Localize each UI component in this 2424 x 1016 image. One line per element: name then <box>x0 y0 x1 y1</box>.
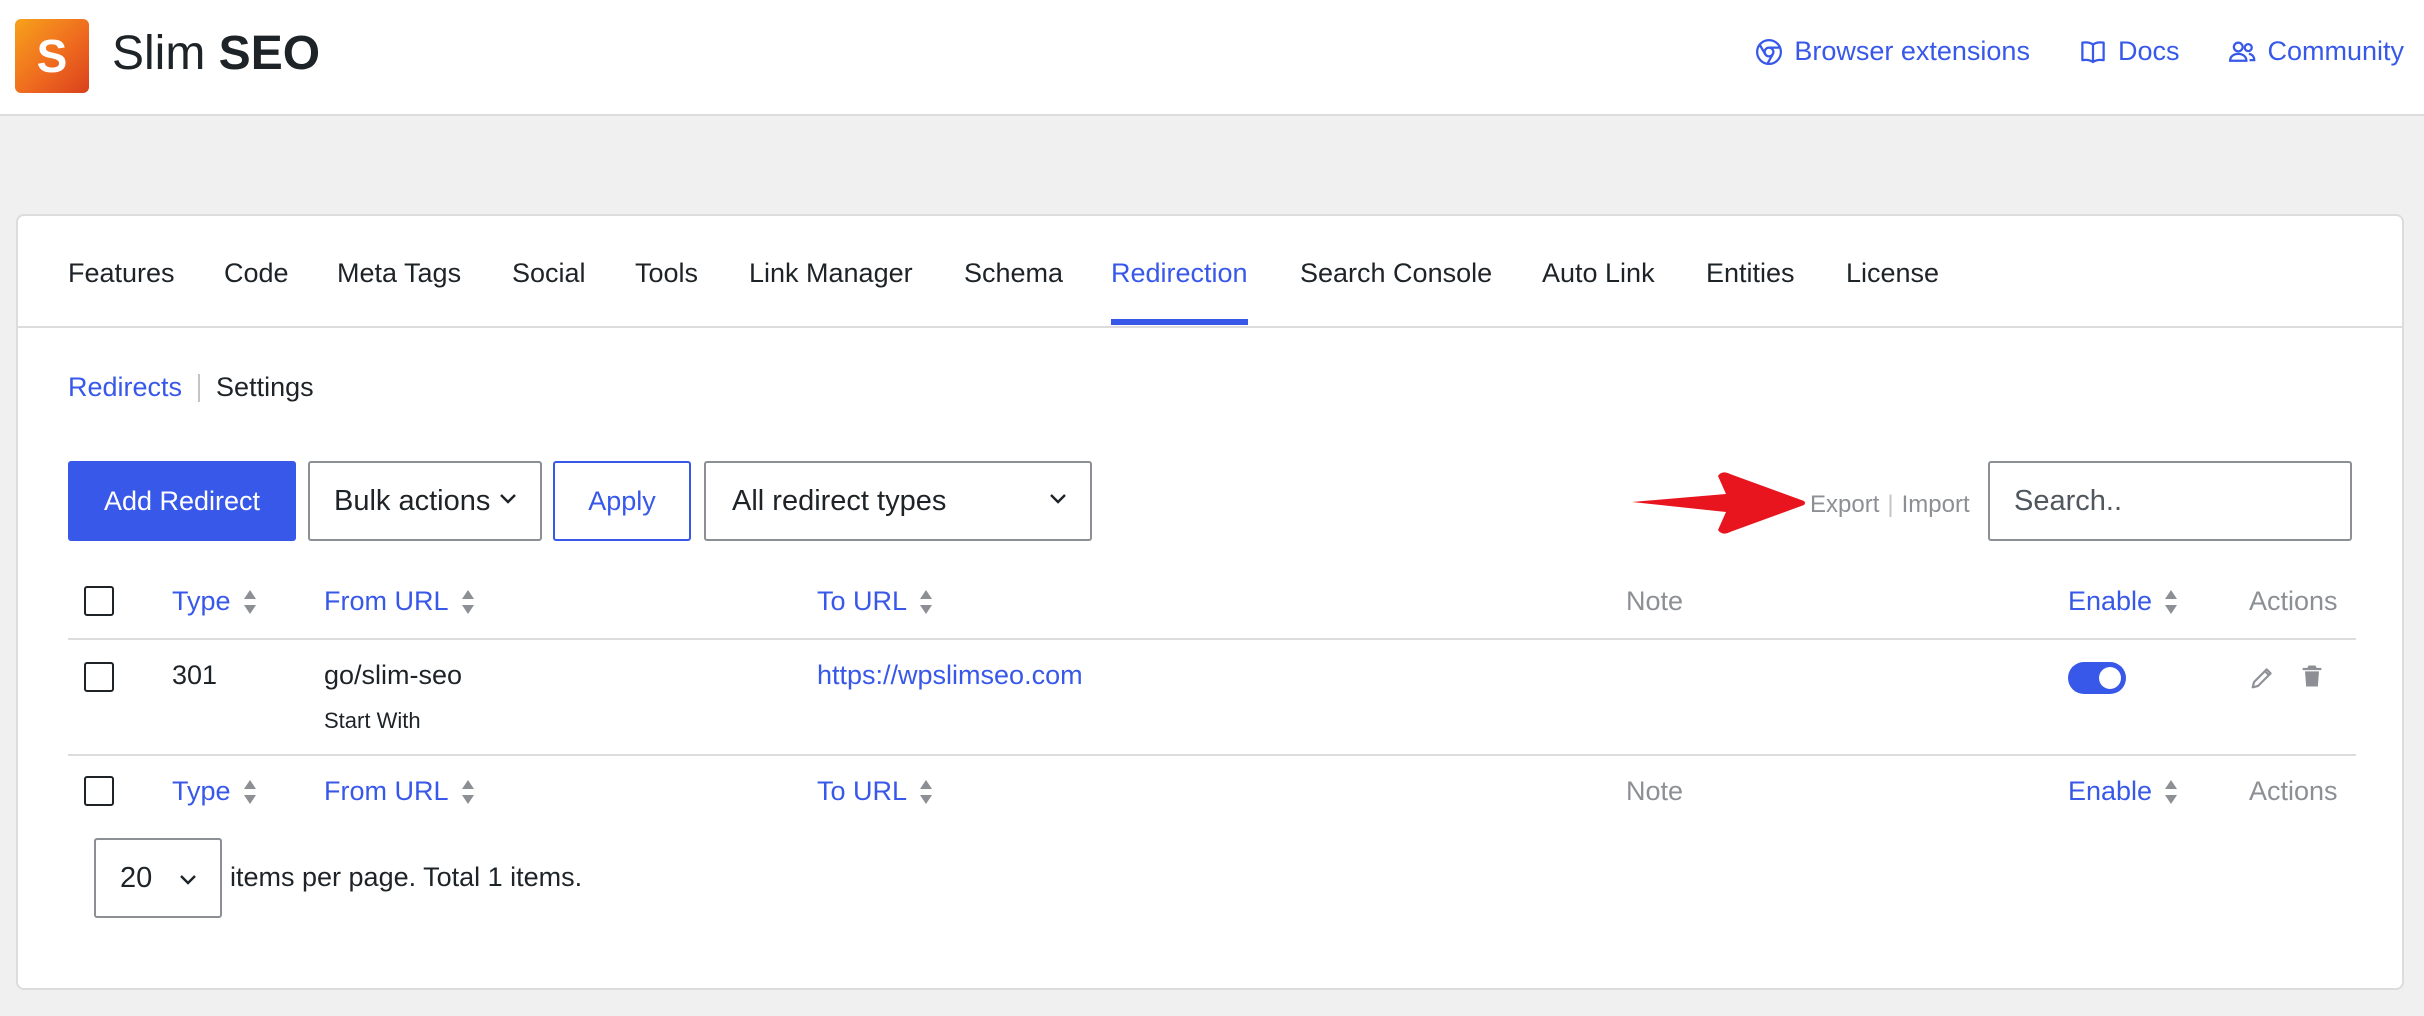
chrome-icon <box>1756 38 1783 65</box>
toggle-knob <box>2099 667 2121 689</box>
sort-icon <box>2165 589 2178 614</box>
import-link[interactable]: Import <box>1902 491 1970 518</box>
col-type-header[interactable]: Type <box>172 586 257 617</box>
col-note-footer: Note <box>1626 776 1684 806</box>
edit-icon[interactable] <box>2248 664 2276 692</box>
pagination-summary: items per page. Total 1 items. <box>230 862 583 892</box>
tab-license[interactable]: License <box>1846 258 1939 323</box>
tab-bar: Features Code Meta Tags Social Tools Lin… <box>18 216 2402 328</box>
bulk-actions-select[interactable]: Bulk actions <box>308 461 542 541</box>
match-condition: Start With <box>324 708 421 733</box>
tab-auto-link[interactable]: Auto Link <box>1542 258 1655 323</box>
chevron-down-icon <box>1050 494 1066 504</box>
sort-icon <box>461 589 474 614</box>
table-row: 301 go/slim-seo Start With https://wpsli… <box>68 640 2356 756</box>
community-link[interactable]: Community <box>2227 36 2404 67</box>
sub-navigation: Redirects Settings <box>68 372 314 403</box>
col-to-url-header[interactable]: To URL <box>817 586 933 617</box>
tab-redirection[interactable]: Redirection <box>1111 258 1248 325</box>
redirection-panel: Features Code Meta Tags Social Tools Lin… <box>16 214 2404 990</box>
sort-icon <box>461 779 474 804</box>
users-icon <box>2229 41 2256 62</box>
col-note-header: Note <box>1626 586 1684 616</box>
to-url-link[interactable]: https://wpslimseo.com <box>817 660 1083 691</box>
tab-search-console[interactable]: Search Console <box>1300 258 1492 323</box>
chevron-down-icon <box>180 875 196 885</box>
col-enable-footer[interactable]: Enable <box>2068 776 2178 807</box>
enable-toggle[interactable] <box>2068 662 2126 694</box>
table-footer: Type From URL To URL Note Enable Actions <box>68 756 2356 828</box>
add-redirect-button[interactable]: Add Redirect <box>68 461 296 541</box>
select-all-checkbox[interactable] <box>84 586 114 616</box>
subnav-settings[interactable]: Settings <box>216 372 314 403</box>
chevron-down-icon <box>500 494 516 504</box>
subnav-redirects[interactable]: Redirects <box>68 372 182 403</box>
redirect-type: 301 <box>172 660 218 690</box>
red-arrow-annotation <box>1632 472 1805 534</box>
subnav-divider <box>198 373 201 402</box>
col-to-url-footer[interactable]: To URL <box>817 776 933 807</box>
col-type-footer[interactable]: Type <box>172 776 257 807</box>
tab-entities[interactable]: Entities <box>1706 258 1795 323</box>
header-links: Browser extensions Docs Community <box>1754 36 2404 67</box>
from-url: go/slim-seo <box>324 660 463 690</box>
tab-features[interactable]: Features <box>68 258 175 323</box>
col-from-url-footer[interactable]: From URL <box>324 776 475 807</box>
col-from-url-header[interactable]: From URL <box>324 586 475 617</box>
trash-icon[interactable] <box>2298 662 2326 690</box>
table-header: Type From URL To URL Note Enable Actions <box>68 566 2356 640</box>
export-link[interactable]: Export <box>1810 491 1879 518</box>
sort-icon <box>2165 779 2178 804</box>
sort-icon <box>920 589 933 614</box>
sort-icon <box>243 779 256 804</box>
docs-link[interactable]: Docs <box>2078 36 2179 67</box>
tab-meta-tags[interactable]: Meta Tags <box>337 258 461 323</box>
tab-link-manager[interactable]: Link Manager <box>749 258 913 323</box>
browser-extensions-link[interactable]: Browser extensions <box>1754 36 2030 67</box>
sort-icon <box>243 589 256 614</box>
search-input[interactable] <box>1988 461 2352 541</box>
top-header: S Slim SEO Browser extensions Docs Commu… <box>0 0 2424 116</box>
col-actions-header: Actions <box>2249 586 2338 616</box>
tab-code[interactable]: Code <box>224 258 289 323</box>
col-enable-header[interactable]: Enable <box>2068 586 2178 617</box>
tab-schema[interactable]: Schema <box>964 258 1063 323</box>
tab-tools[interactable]: Tools <box>635 258 698 323</box>
select-all-checkbox-footer[interactable] <box>84 776 114 806</box>
apply-button[interactable]: Apply <box>553 461 691 541</box>
row-checkbox[interactable] <box>84 662 114 692</box>
per-page-select[interactable]: 20 <box>94 838 222 918</box>
export-import-links: Export | Import <box>1810 491 1970 519</box>
col-actions-footer: Actions <box>2249 776 2338 806</box>
sort-icon <box>920 779 933 804</box>
book-icon <box>2081 40 2105 63</box>
slim-seo-logo: S <box>15 19 89 93</box>
link-separator: | <box>1887 491 1894 518</box>
redirect-type-filter[interactable]: All redirect types <box>704 461 1092 541</box>
brand-name: Slim SEO <box>112 27 321 80</box>
tab-social[interactable]: Social <box>512 258 586 323</box>
